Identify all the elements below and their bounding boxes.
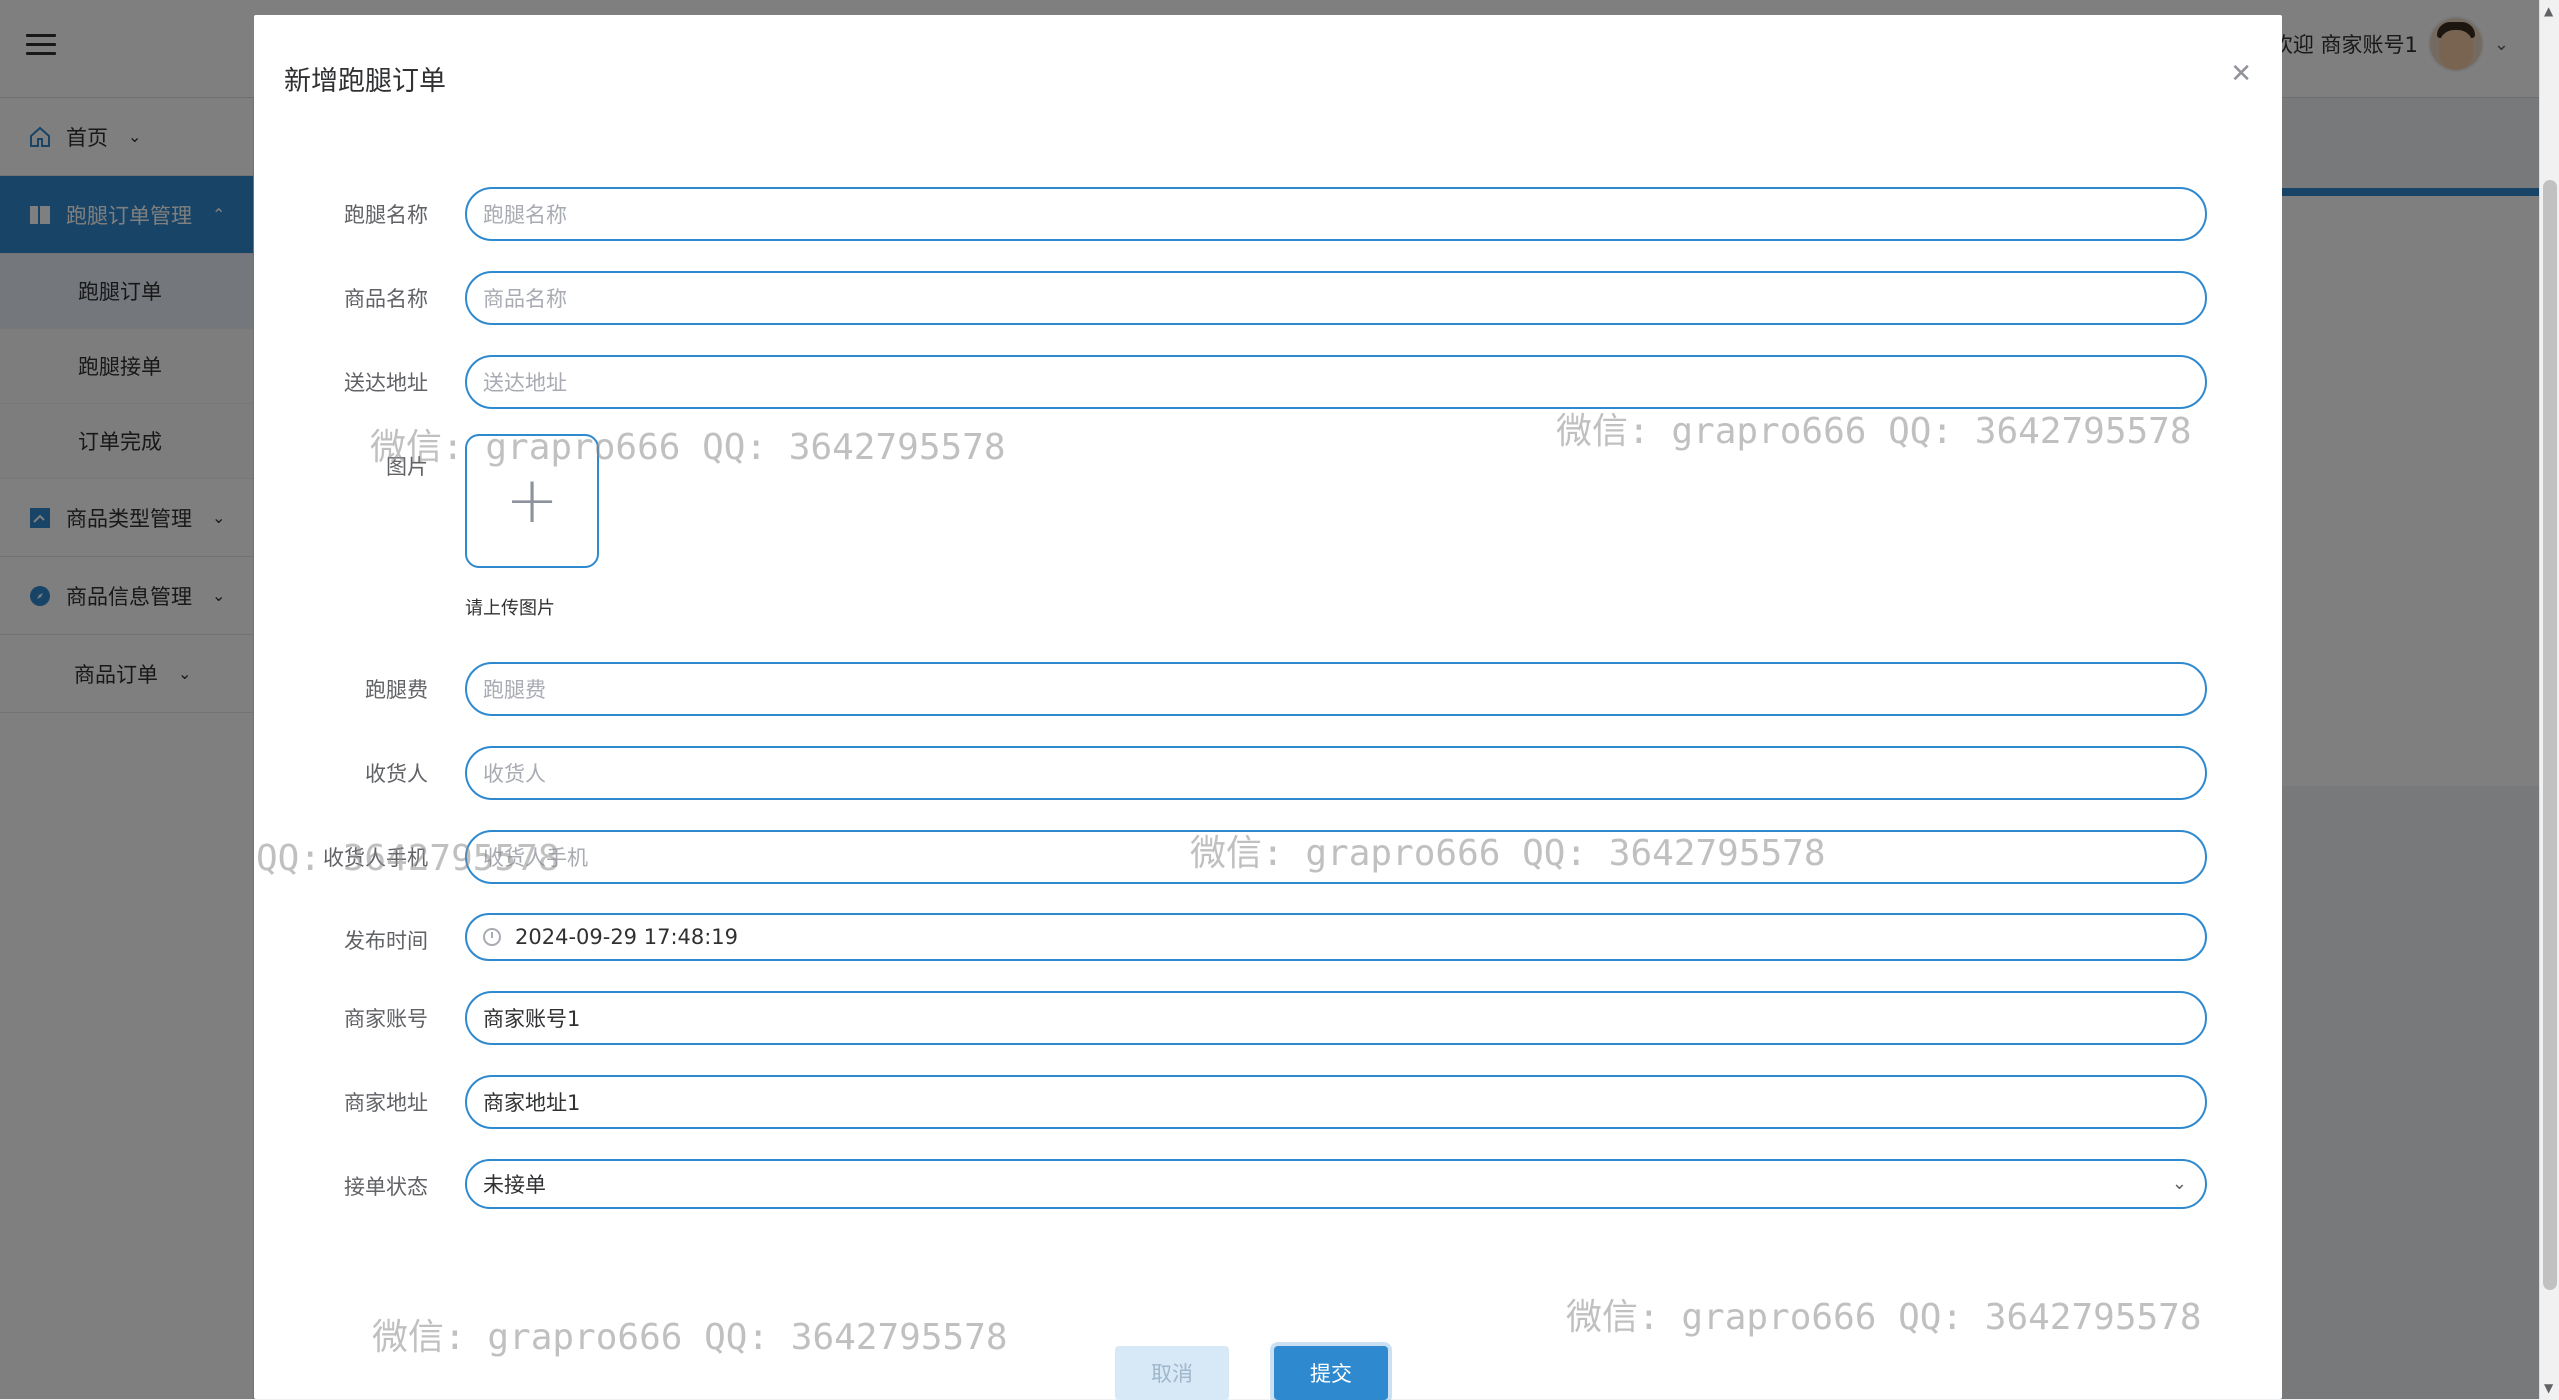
field-label: 图片 [294, 451, 428, 481]
form-row-merchant-account: 商家账号 商家账号1 [254, 991, 2282, 1045]
field-label: 接单状态 [294, 1171, 428, 1201]
scroll-up-icon[interactable]: ▲ [2544, 4, 2553, 18]
image-upload-button[interactable]: + [465, 434, 599, 568]
delivery-address-input[interactable]: 送达地址 [465, 355, 2207, 409]
submit-button[interactable]: 提交 [1274, 1346, 1388, 1400]
form-row-errand-name: 跑腿名称 跑腿名称 [254, 187, 2282, 241]
form-row-product-name: 商品名称 商品名称 [254, 271, 2282, 325]
scroll-down-icon[interactable]: ▼ [2544, 1381, 2553, 1395]
chevron-down-icon: ⌄ [2172, 1173, 2187, 1194]
errand-name-input[interactable]: 跑腿名称 [465, 187, 2207, 241]
field-label: 收货人 [294, 758, 428, 788]
form-row-delivery-address: 送达地址 送达地址 [254, 355, 2282, 409]
field-label: 送达地址 [294, 367, 428, 397]
field-label: 商家地址 [294, 1087, 428, 1117]
merchant-address-input[interactable]: 商家地址1 [465, 1075, 2207, 1129]
input-value: 商家地址1 [483, 1087, 580, 1117]
plus-icon: + [505, 469, 559, 533]
errand-fee-input[interactable]: 跑腿费 [465, 662, 2207, 716]
receiver-phone-input[interactable]: 收货人手机 [465, 830, 2207, 884]
input-value: 商家账号1 [483, 1003, 580, 1033]
field-label: 收货人手机 [294, 842, 428, 872]
receiver-input[interactable]: 收货人 [465, 746, 2207, 800]
accept-status-select[interactable]: 未接单 ⌄ [465, 1159, 2207, 1209]
input-placeholder: 商品名称 [483, 283, 567, 313]
dialog-title: 新增跑腿订单 [284, 59, 446, 98]
field-label: 商品名称 [294, 283, 428, 313]
scrollbar-thumb[interactable] [2543, 180, 2557, 1290]
field-label: 跑腿名称 [294, 199, 428, 229]
field-label: 发布时间 [294, 925, 428, 955]
clock-icon [483, 928, 501, 946]
field-label: 商家账号 [294, 1003, 428, 1033]
form-row-receiver-phone: 收货人手机 收货人手机 [254, 830, 2282, 884]
page-scrollbar[interactable]: ▲ ▼ [2539, 0, 2559, 1399]
product-name-input[interactable]: 商品名称 [465, 271, 2207, 325]
form-row-receiver: 收货人 收货人 [254, 746, 2282, 800]
upload-hint: 请上传图片 [465, 594, 555, 620]
close-icon[interactable]: ✕ [2230, 59, 2252, 89]
add-errand-order-dialog: 新增跑腿订单 ✕ 跑腿名称 跑腿名称 商品名称 商品名称 送达地址 送达地址 图… [254, 15, 2282, 1399]
publish-time-value: 2024-09-29 17:48:19 [515, 925, 738, 949]
select-value: 未接单 [483, 1169, 546, 1199]
form-row-publish-time: 发布时间 2024-09-29 17:48:19 [254, 913, 2282, 967]
input-placeholder: 收货人 [483, 758, 546, 788]
field-label: 跑腿费 [294, 674, 428, 704]
input-placeholder: 送达地址 [483, 367, 567, 397]
merchant-account-input[interactable]: 商家账号1 [465, 991, 2207, 1045]
input-placeholder: 跑腿费 [483, 674, 546, 704]
form-row-errand-fee: 跑腿费 跑腿费 [254, 662, 2282, 716]
publish-time-picker[interactable]: 2024-09-29 17:48:19 [465, 913, 2207, 961]
cancel-button[interactable]: 取消 [1115, 1346, 1229, 1400]
input-placeholder: 收货人手机 [483, 842, 588, 872]
input-placeholder: 跑腿名称 [483, 199, 567, 229]
form-row-accept-status: 接单状态 未接单 ⌄ [254, 1159, 2282, 1213]
form-row-merchant-address: 商家地址 商家地址1 [254, 1075, 2282, 1129]
